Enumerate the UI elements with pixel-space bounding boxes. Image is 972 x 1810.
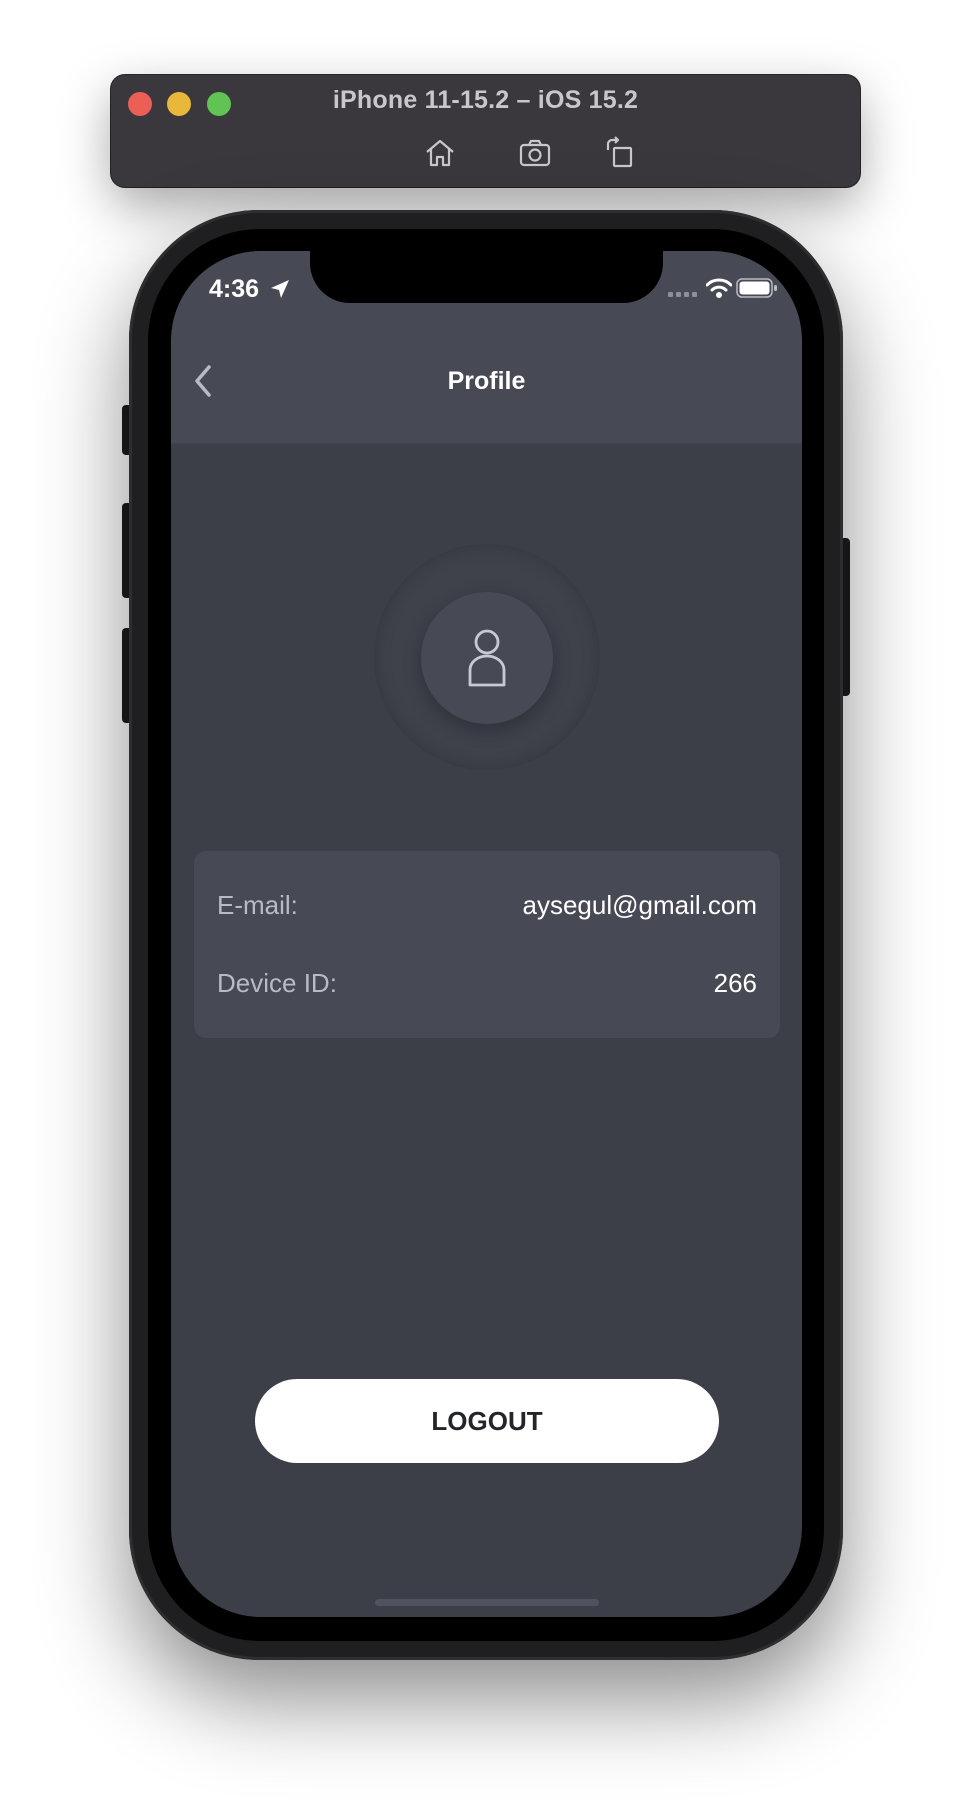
nav-bar: Profile — [171, 331, 802, 444]
phone-notch — [310, 251, 663, 303]
simulator-stage: iPhone 11-15.2 – iOS 15.2 4:36 Profile E… — [0, 0, 972, 1810]
simulator-title: iPhone 11-15.2 – iOS 15.2 — [332, 86, 639, 114]
battery-icon — [736, 278, 777, 298]
email-value: aysegul@gmail.com — [522, 890, 757, 920]
device-id-row: Device ID: 266 — [217, 968, 757, 1004]
status-time: 4:36 — [209, 275, 260, 303]
wifi-icon — [706, 278, 732, 298]
logout-button[interactable]: LOGOUT — [255, 1379, 719, 1463]
profile-info-card: E-mail: aysegul@gmail.com Device ID: 266 — [194, 851, 780, 1038]
home-icon[interactable] — [423, 136, 457, 170]
avatar — [374, 544, 600, 770]
rotate-icon[interactable] — [603, 136, 637, 170]
location-arrow-icon — [271, 280, 289, 298]
email-label: E-mail: — [217, 890, 298, 920]
phone-screen: 4:36 Profile E-mail: aysegul@gmail.com D… — [171, 251, 802, 1617]
signal-icon — [668, 292, 697, 297]
device-id-label: Device ID: — [217, 968, 337, 998]
email-row: E-mail: aysegul@gmail.com — [217, 890, 757, 926]
avatar-inner-circle — [421, 592, 553, 724]
screenshot-icon[interactable] — [518, 136, 552, 170]
user-icon — [468, 629, 506, 687]
home-indicator[interactable] — [375, 1599, 599, 1606]
page-title: Profile — [447, 367, 526, 395]
device-id-value: 266 — [713, 968, 757, 998]
